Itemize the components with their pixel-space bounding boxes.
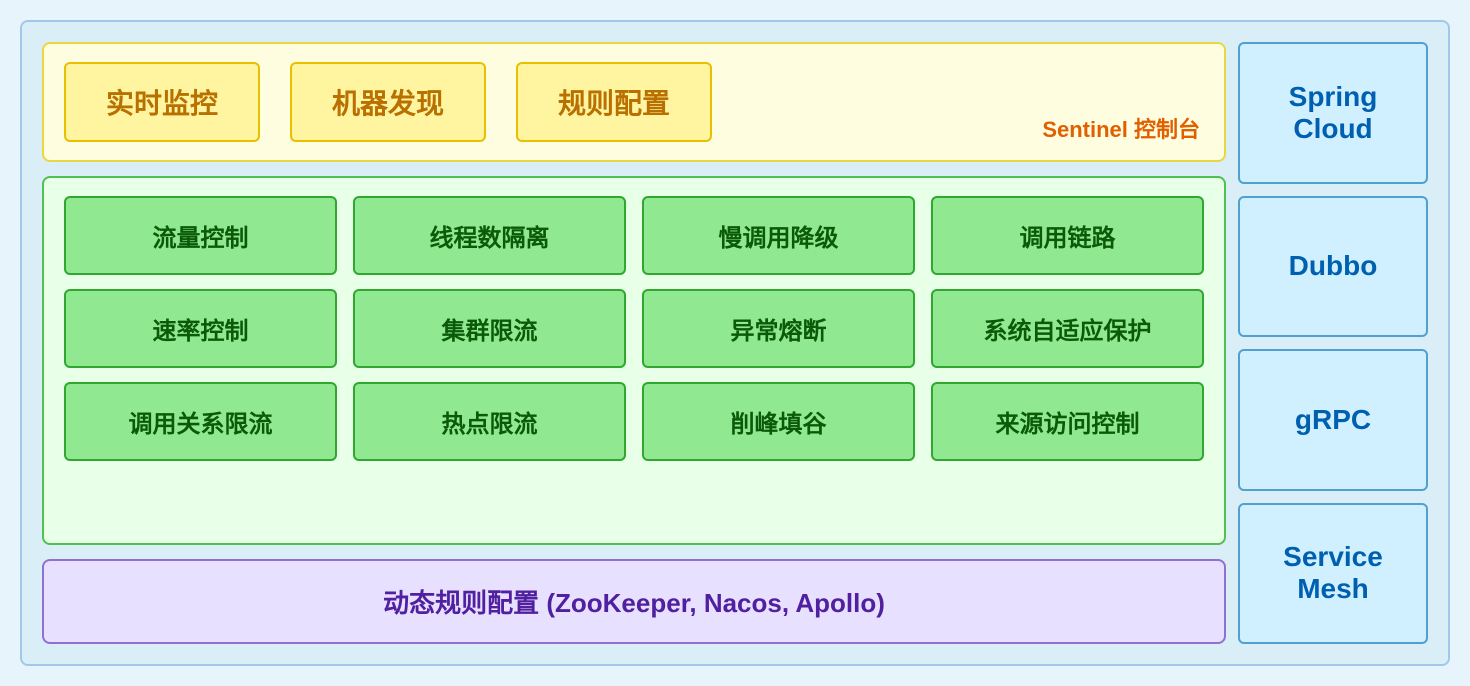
feature-thread-isolation: 线程数隔离 [353,196,626,275]
sentinel-label: Sentinel 控制台 [1042,112,1200,144]
sentinel-boxes: 实时监控 机器发现 规则配置 [64,62,1204,142]
sentinel-box-discovery: 机器发现 [290,62,486,142]
feature-call-chain: 调用链路 [931,196,1204,275]
sidebar: Spring Cloud Dubbo gRPC Service Mesh [1238,42,1428,644]
sidebar-item-grpc: gRPC [1238,349,1428,491]
feature-cluster-limit: 集群限流 [353,289,626,368]
feature-rate-control: 速率控制 [64,289,337,368]
features-row-2: 速率控制 集群限流 异常熔断 系统自适应保护 [64,289,1204,368]
features-panel: 流量控制 线程数隔离 慢调用降级 调用链路 速率控制 集群限流 [42,176,1226,545]
main-content-area: 实时监控 机器发现 规则配置 Sentinel 控制台 流量控制 线程数隔离 [42,42,1226,644]
feature-exception-circuit: 异常熔断 [642,289,915,368]
feature-flow-control: 流量控制 [64,196,337,275]
feature-hotspot-limit: 热点限流 [353,382,626,461]
features-row-1: 流量控制 线程数隔离 慢调用降级 调用链路 [64,196,1204,275]
features-row-3: 调用关系限流 热点限流 削峰填谷 来源访问控制 [64,382,1204,461]
sidebar-item-spring-cloud: Spring Cloud [1238,42,1428,184]
feature-slow-call-degrade: 慢调用降级 [642,196,915,275]
dynamic-panel: 动态规则配置 (ZooKeeper, Nacos, Apollo) [42,559,1226,644]
sentinel-box-config: 规则配置 [516,62,712,142]
sentinel-panel: 实时监控 机器发现 规则配置 Sentinel 控制台 [42,42,1226,162]
sentinel-box-realtime: 实时监控 [64,62,260,142]
feature-peak-shaving: 削峰填谷 [642,382,915,461]
feature-system-adaptive: 系统自适应保护 [931,289,1204,368]
main-container: 实时监控 机器发现 规则配置 Sentinel 控制台 流量控制 线程数隔离 [20,20,1450,666]
feature-source-access-control: 来源访问控制 [931,382,1204,461]
sidebar-item-service-mesh: Service Mesh [1238,503,1428,645]
dynamic-label: 动态规则配置 (ZooKeeper, Nacos, Apollo) [383,583,885,620]
feature-call-relation-limit: 调用关系限流 [64,382,337,461]
sidebar-item-dubbo: Dubbo [1238,196,1428,338]
